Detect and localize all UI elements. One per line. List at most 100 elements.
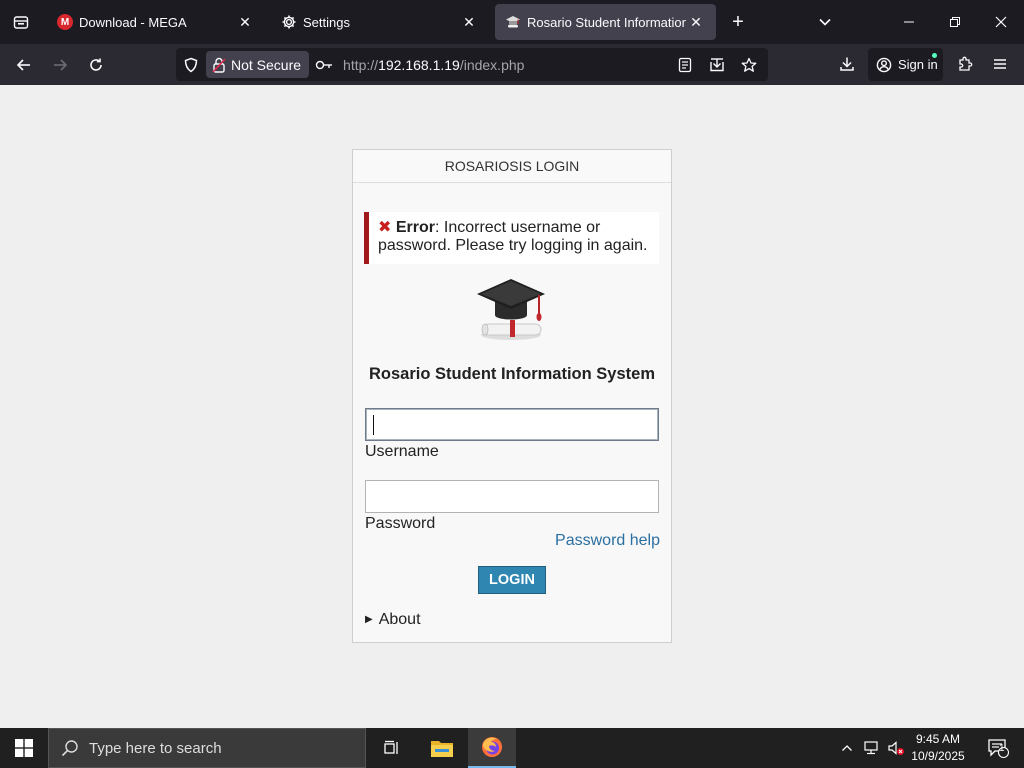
close-icon[interactable]: ✕ [235, 12, 255, 32]
site-security-button[interactable]: Not Secure [206, 51, 310, 78]
firefox-icon [482, 737, 502, 757]
notification-icon [988, 739, 1009, 758]
folder-icon [431, 741, 453, 757]
sign-in-label: Sign in [898, 57, 938, 72]
chevron-down-icon [819, 18, 831, 26]
taskbar-search-box[interactable]: Type here to search [48, 728, 366, 768]
download-icon [840, 57, 854, 71]
application-menu-button[interactable] [982, 48, 1018, 80]
gear-icon [281, 14, 297, 30]
tab-title: Rosario Student Information Sys [527, 14, 686, 30]
firefox-view-button[interactable] [0, 0, 42, 44]
error-label: Error [395, 219, 435, 236]
new-tab-button[interactable]: + [720, 4, 756, 40]
mega-icon: M [57, 14, 73, 30]
firefox-view-icon [13, 16, 29, 29]
password-label: Password [365, 515, 436, 532]
notification-count: 1 [999, 743, 1005, 754]
notification-dot [932, 53, 937, 58]
url-path: /index.php [459, 56, 525, 73]
tracking-protection-button[interactable] [176, 48, 206, 81]
action-center-button[interactable]: 1 [978, 728, 1018, 768]
search-placeholder: Type here to search [89, 739, 222, 757]
graduation-cap-logo [477, 279, 545, 340]
insecure-lock-icon [212, 57, 226, 73]
arrow-left-icon [16, 58, 30, 71]
page-content: ROSARIOSIS LOGIN ✖ Error: Incorrect user… [0, 85, 1024, 728]
plus-icon: + [732, 10, 744, 33]
error-x-icon: ✖ [378, 219, 392, 236]
login-button[interactable]: LOGIN [478, 566, 546, 594]
tab-title: Download - MEGA [79, 14, 187, 30]
extensions-button[interactable] [947, 48, 983, 80]
forward-button[interactable] [42, 49, 78, 81]
minimize-button[interactable] [886, 0, 932, 44]
close-icon[interactable]: ✕ [459, 12, 479, 32]
graduation-cap-icon [505, 14, 521, 30]
login-box-title: ROSARIOSIS LOGIN [353, 150, 671, 183]
list-all-tabs-button[interactable] [810, 7, 840, 37]
shield-icon [184, 57, 198, 72]
downloads-button[interactable] [829, 48, 865, 80]
password-help-link[interactable]: Password help [555, 532, 660, 550]
volume-muted-icon [888, 741, 904, 755]
network-icon [864, 741, 878, 755]
about-toggle[interactable]: ▶ About [365, 611, 421, 629]
arrow-right-icon [54, 58, 68, 71]
address-bar[interactable]: Not Secure http://192.168.1.19/index.php [176, 48, 768, 81]
restore-icon [950, 17, 960, 27]
username-label: Username [365, 443, 439, 460]
reload-button[interactable] [78, 49, 114, 81]
star-icon [741, 57, 757, 72]
close-icon[interactable]: ✕ [686, 12, 706, 32]
close-icon [995, 16, 1007, 28]
restore-button[interactable] [932, 0, 978, 44]
back-button[interactable] [6, 49, 42, 81]
tab-mega[interactable]: M Download - MEGA ✕ [47, 4, 265, 40]
passwords-key-button[interactable] [309, 59, 339, 71]
chevron-up-icon [842, 745, 852, 751]
text-caret [373, 415, 374, 435]
task-view-button[interactable] [368, 728, 416, 768]
clock-time: 9:45 AM [915, 732, 961, 746]
url-text[interactable]: http://192.168.1.19/index.php [343, 57, 524, 73]
search-icon [61, 739, 79, 757]
download-page-icon [710, 57, 724, 71]
account-icon [876, 57, 892, 72]
taskbar-file-explorer[interactable] [418, 728, 466, 768]
tab-settings[interactable]: Settings ✕ [271, 4, 489, 40]
reader-view-button[interactable] [672, 52, 698, 78]
key-icon [315, 60, 333, 69]
tab-title: Settings [303, 14, 350, 30]
task-view-icon [384, 740, 398, 754]
tab-bar: M Download - MEGA ✕ Settings ✕ Rosario S… [0, 0, 1024, 44]
system-clock[interactable]: 9:45 AM 10/9/2025 [904, 731, 972, 765]
save-to-pocket-button[interactable] [704, 52, 730, 78]
tab-rosario[interactable]: Rosario Student Information Sys ✕ [495, 4, 716, 40]
windows-taskbar: Type here to search 9:45 AM 10/9/2025 1 [0, 728, 1024, 768]
error-message: ✖ Error: Incorrect username or password.… [364, 212, 659, 264]
bookmark-star-button[interactable] [736, 52, 762, 78]
start-button[interactable] [0, 728, 48, 768]
reader-view-icon [678, 57, 692, 72]
taskbar-firefox[interactable] [468, 728, 516, 768]
sign-in-button[interactable]: Sign in [868, 48, 943, 81]
url-prefix: http:// [343, 56, 379, 73]
username-input[interactable] [365, 408, 659, 441]
network-button[interactable] [860, 728, 884, 768]
url-host: 192.168.1.19 [378, 56, 460, 73]
minimize-icon [904, 21, 914, 23]
not-secure-label: Not Secure [231, 56, 302, 73]
hamburger-menu-icon [994, 59, 1006, 69]
about-label: About [378, 611, 421, 628]
password-input[interactable] [365, 480, 659, 513]
system-title: Rosario Student Information System [368, 365, 656, 383]
show-hidden-icons-button[interactable] [836, 728, 858, 768]
clock-date: 10/9/2025 [911, 749, 965, 763]
reload-icon [90, 58, 102, 71]
windows-logo-icon [15, 739, 33, 757]
login-form: ROSARIOSIS LOGIN ✖ Error: Incorrect user… [352, 149, 672, 643]
puzzle-piece-icon [959, 56, 973, 71]
disclosure-triangle-icon: ▶ [365, 614, 373, 625]
close-window-button[interactable] [978, 0, 1024, 44]
